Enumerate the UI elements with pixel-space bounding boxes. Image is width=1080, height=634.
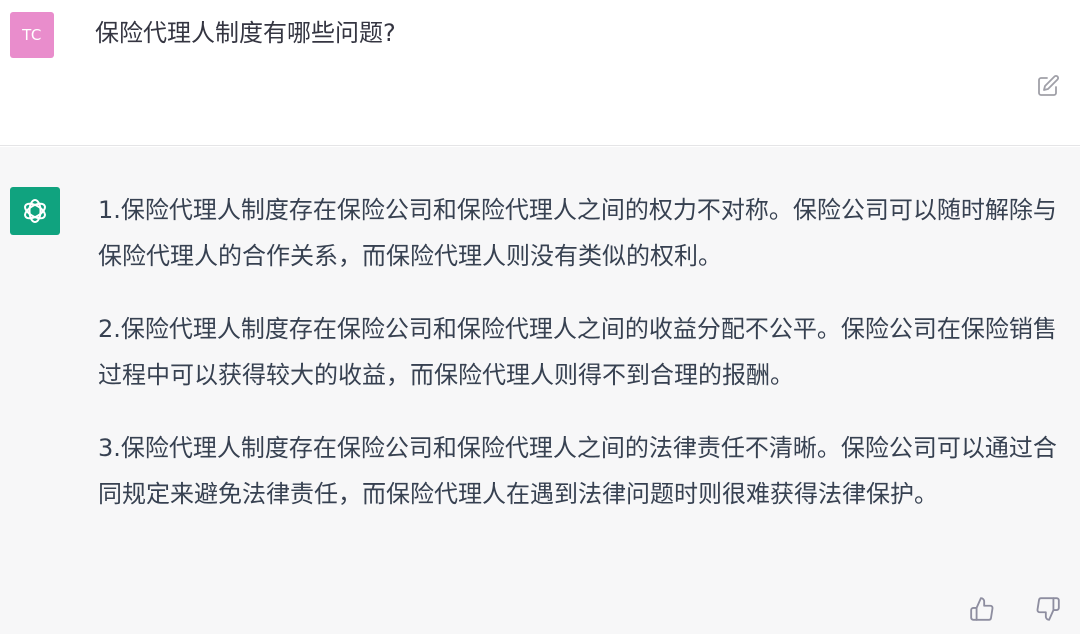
user-message-row: TC 保险代理人制度有哪些问题? xyxy=(0,0,1080,146)
openai-logo-icon xyxy=(24,199,46,223)
answer-paragraph-3: 3.保险代理人制度存在保险公司和保险代理人之间的法律责任不清晰。保险公司可以通过… xyxy=(98,434,1057,508)
thumbs-down-button[interactable] xyxy=(1031,592,1065,626)
edit-icon xyxy=(1038,75,1059,96)
thumbs-down-icon xyxy=(1036,597,1060,621)
answer-paragraph-2: 2.保险代理人制度存在保险公司和保险代理人之间的收益分配不公平。保险公司在保险销… xyxy=(98,315,1057,389)
assistant-message-row: 1.保险代理人制度存在保险公司和保险代理人之间的权力不对称。保险公司可以随时解除… xyxy=(0,147,1080,634)
answer-paragraph-1: 1.保险代理人制度存在保险公司和保险代理人之间的权力不对称。保险公司可以随时解除… xyxy=(98,196,1057,270)
edit-button[interactable] xyxy=(1034,72,1062,100)
thumbs-up-icon xyxy=(970,597,994,621)
assistant-answer: 1.保险代理人制度存在保险公司和保险代理人之间的权力不对称。保险公司可以随时解除… xyxy=(98,187,1068,544)
user-question: 保险代理人制度有哪些问题? xyxy=(95,19,396,47)
assistant-avatar xyxy=(10,187,60,235)
user-avatar: TC xyxy=(10,12,54,58)
thumbs-up-button[interactable] xyxy=(965,592,999,626)
